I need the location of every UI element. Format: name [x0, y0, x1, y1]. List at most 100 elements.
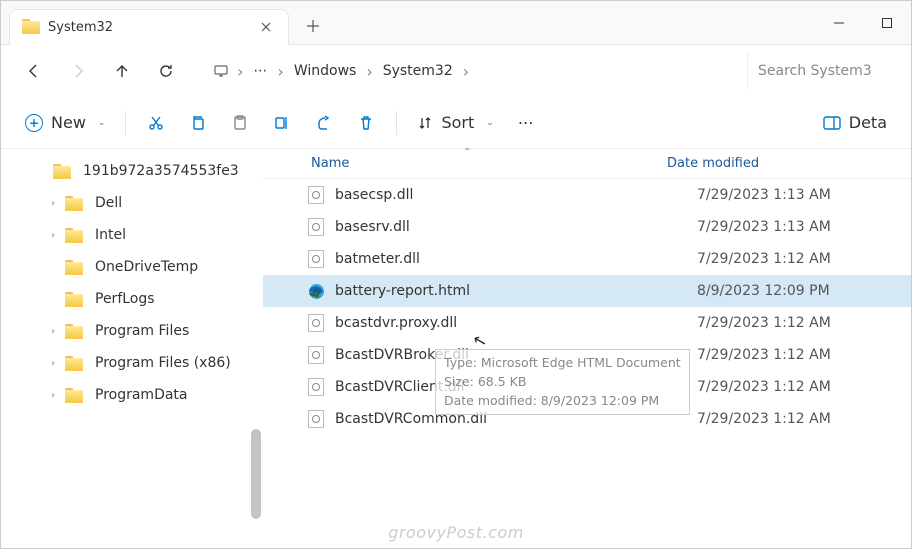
- details-icon: [823, 116, 841, 130]
- file-date: 7/29/2023 1:12 AM: [697, 411, 831, 427]
- sort-button[interactable]: Sort ⌄: [407, 105, 503, 141]
- file-date: 7/29/2023 1:12 AM: [697, 251, 831, 267]
- window-controls: [815, 1, 911, 45]
- file-name: basecsp.dll: [335, 187, 697, 203]
- file-tooltip: Type: Microsoft Edge HTML Document Size:…: [435, 349, 690, 415]
- sidebar-item[interactable]: ›Dell: [1, 187, 263, 219]
- sidebar-item-label: Dell: [95, 195, 122, 211]
- folder-icon: [53, 164, 71, 179]
- sort-label: Sort: [441, 113, 474, 132]
- column-header: ⌃ Name Date modified: [263, 149, 911, 179]
- minimize-button[interactable]: [815, 1, 863, 45]
- chevron-right-icon: ›: [235, 62, 245, 81]
- file-date: 7/29/2023 1:13 AM: [697, 187, 831, 203]
- tab-title: System32: [48, 20, 252, 35]
- file-row[interactable]: basesrv.dll7/29/2023 1:13 AM: [263, 211, 911, 243]
- sidebar-item[interactable]: ›ProgramData: [1, 379, 263, 411]
- breadcrumb[interactable]: › ⋯ › Windows › System32 ›: [201, 53, 731, 89]
- delete-button[interactable]: [346, 105, 386, 141]
- paste-button[interactable]: [220, 105, 260, 141]
- sidebar-item-label: ProgramData: [95, 387, 188, 403]
- details-button[interactable]: Deta: [813, 105, 897, 141]
- sidebar-item[interactable]: › Intel: [1, 219, 263, 251]
- breadcrumb-overflow[interactable]: ⋯: [245, 59, 275, 83]
- refresh-button[interactable]: [147, 52, 185, 90]
- chevron-right-icon: ›: [364, 62, 374, 81]
- new-button[interactable]: + New ⌄: [15, 105, 115, 141]
- dll-icon: [307, 314, 325, 332]
- navbar: › ⋯ › Windows › System32 › Search System…: [1, 45, 911, 97]
- sidebar-item-label: Program Files: [95, 323, 189, 339]
- sidebar-item-label: Program Files (x86): [95, 355, 231, 371]
- chevron-right-icon: ›: [45, 358, 61, 369]
- breadcrumb-item[interactable]: System32: [375, 59, 461, 83]
- file-row[interactable]: batmeter.dll7/29/2023 1:12 AM: [263, 243, 911, 275]
- content: ›191b972a3574553fe3›Dell›Intel›OneDriveT…: [1, 149, 911, 548]
- folder-icon: [22, 19, 38, 35]
- edge-icon: [307, 282, 325, 300]
- file-date: 8/9/2023 12:09 PM: [697, 283, 830, 299]
- chevron-down-icon: ⌄: [98, 118, 106, 128]
- sidebar-item[interactable]: › Program Files: [1, 315, 263, 347]
- folder-icon: [65, 388, 83, 403]
- chevron-right-icon: ›: [275, 62, 285, 81]
- file-row[interactable]: battery-report.html8/9/2023 12:09 PM: [263, 275, 911, 307]
- dll-icon: [307, 218, 325, 236]
- folder-icon: [65, 260, 83, 275]
- separator: [396, 111, 397, 135]
- search-placeholder: Search System3: [758, 63, 872, 79]
- sidebar-item[interactable]: › Program Files (x86): [1, 347, 263, 379]
- file-row[interactable]: bcastdvr.proxy.dll7/29/2023 1:12 AM: [263, 307, 911, 339]
- share-button[interactable]: [304, 105, 344, 141]
- maximize-button[interactable]: [863, 1, 911, 45]
- file-pane: ⌃ Name Date modified basecsp.dll7/29/202…: [263, 149, 911, 548]
- new-label: New: [51, 113, 86, 132]
- watermark: groovyPost.com: [388, 523, 524, 542]
- titlebar: System32: [1, 1, 911, 45]
- sidebar-item[interactable]: ›OneDriveTemp: [1, 251, 263, 283]
- dll-icon: [307, 250, 325, 268]
- folder-icon: [65, 292, 83, 307]
- chevron-right-icon: ›: [45, 326, 61, 337]
- close-tab-button[interactable]: [252, 13, 280, 41]
- sidebar-item-label: PerfLogs: [95, 291, 155, 307]
- sidebar-item-label: Intel: [95, 227, 126, 243]
- separator: [125, 111, 126, 135]
- file-date: 7/29/2023 1:12 AM: [697, 315, 831, 331]
- file-row[interactable]: basecsp.dll7/29/2023 1:13 AM: [263, 179, 911, 211]
- dll-icon: [307, 378, 325, 396]
- more-button[interactable]: ⋯: [506, 105, 546, 141]
- column-date[interactable]: Date modified: [667, 156, 759, 171]
- details-label: Deta: [849, 113, 887, 132]
- chevron-right-icon: ›: [45, 230, 61, 241]
- sort-icon: [417, 115, 433, 131]
- toolbar: + New ⌄ Sort ⌄ ⋯ Deta: [1, 97, 911, 149]
- column-name[interactable]: Name: [307, 156, 667, 171]
- sidebar-item[interactable]: ›191b972a3574553fe3: [1, 155, 263, 187]
- file-name: battery-report.html: [335, 283, 697, 299]
- new-tab-button[interactable]: [295, 8, 331, 44]
- file-name: batmeter.dll: [335, 251, 697, 267]
- folder-icon: [65, 196, 83, 211]
- back-button[interactable]: [15, 52, 53, 90]
- chevron-down-icon: ⌄: [486, 118, 494, 128]
- scrollbar[interactable]: [251, 429, 261, 519]
- copy-button[interactable]: [178, 105, 218, 141]
- folder-icon: [65, 324, 83, 339]
- sidebar: ›191b972a3574553fe3›Dell›Intel›OneDriveT…: [1, 149, 263, 548]
- chevron-right-icon: ›: [461, 62, 471, 81]
- sidebar-item-label: OneDriveTemp: [95, 259, 198, 275]
- breadcrumb-item[interactable]: Windows: [286, 59, 365, 83]
- forward-button[interactable]: [59, 52, 97, 90]
- up-button[interactable]: [103, 52, 141, 90]
- file-name: basesrv.dll: [335, 219, 697, 235]
- cut-button[interactable]: [136, 105, 176, 141]
- plus-icon: +: [25, 114, 43, 132]
- pc-icon[interactable]: [207, 57, 235, 85]
- folder-icon: [65, 356, 83, 371]
- search-input[interactable]: Search System3: [747, 53, 897, 89]
- dll-icon: [307, 410, 325, 428]
- active-tab[interactable]: System32: [9, 9, 289, 45]
- sidebar-item[interactable]: ›PerfLogs: [1, 283, 263, 315]
- rename-button[interactable]: [262, 105, 302, 141]
